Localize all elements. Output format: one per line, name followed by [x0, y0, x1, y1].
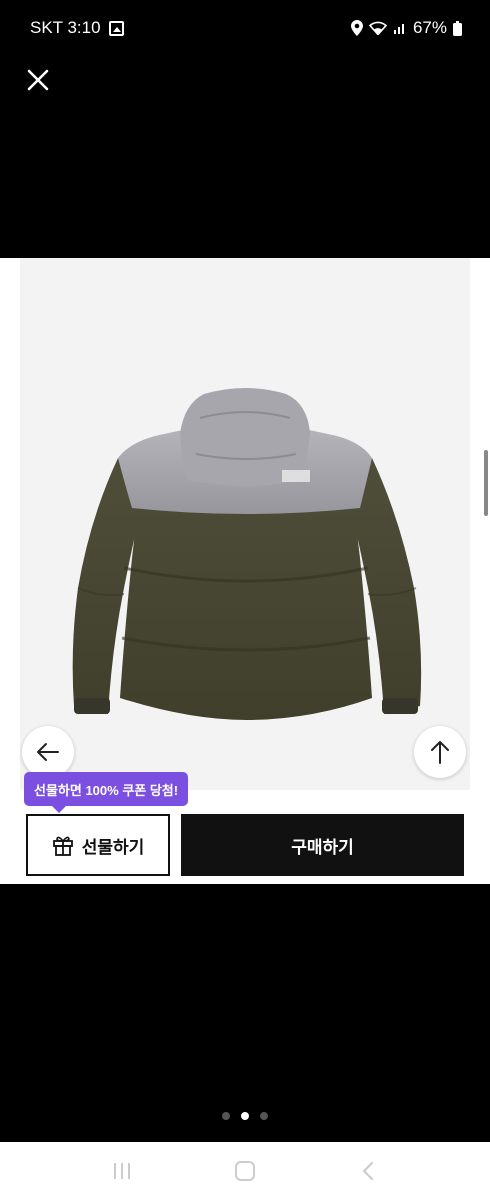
buy-button-label: 구매하기: [291, 837, 354, 857]
gallery-icon: [108, 20, 124, 36]
home-button[interactable]: [230, 1156, 260, 1186]
gift-button[interactable]: 선물하기: [26, 814, 170, 876]
status-bar: SKT 3:10 67%: [0, 0, 490, 56]
battery-icon: [453, 20, 462, 36]
buy-button[interactable]: 구매하기: [181, 814, 464, 876]
back-button[interactable]: [353, 1156, 383, 1186]
home-icon: [234, 1161, 255, 1181]
recent-apps-icon: [113, 1163, 130, 1179]
signal-icon: [393, 24, 404, 34]
product-content: 선물하면 100% 쿠폰 당첨! 선물하기 구매하기: [0, 258, 490, 884]
page-indicator: [0, 1112, 490, 1120]
status-left: SKT 3:10: [30, 18, 124, 38]
close-button[interactable]: [22, 64, 54, 96]
wifi-icon: [368, 21, 387, 35]
status-right: 67%: [350, 18, 462, 38]
page-dot[interactable]: [222, 1112, 230, 1120]
navigation-bar: [0, 1142, 490, 1200]
gift-icon: [52, 836, 73, 856]
product-image: [20, 258, 470, 790]
page-dot-active[interactable]: [241, 1112, 249, 1120]
gift-button-label: 선물하기: [81, 837, 145, 857]
close-icon: [27, 69, 49, 91]
arrow-left-icon: [37, 743, 59, 761]
back-arrow-button[interactable]: [22, 726, 74, 778]
page-dot[interactable]: [260, 1112, 268, 1120]
jacket-image: [72, 388, 422, 720]
scroll-top-button[interactable]: [414, 726, 466, 778]
arrow-up-icon: [431, 741, 449, 764]
carrier-time: SKT 3:10: [30, 18, 101, 37]
battery-percent: 67%: [412, 18, 447, 37]
scrollbar[interactable]: [484, 450, 488, 516]
back-icon: [363, 1161, 374, 1181]
recent-apps-button[interactable]: [107, 1156, 137, 1186]
gift-coupon-tooltip: 선물하면 100% 쿠폰 당첨!: [24, 772, 189, 813]
location-icon: [350, 20, 363, 36]
